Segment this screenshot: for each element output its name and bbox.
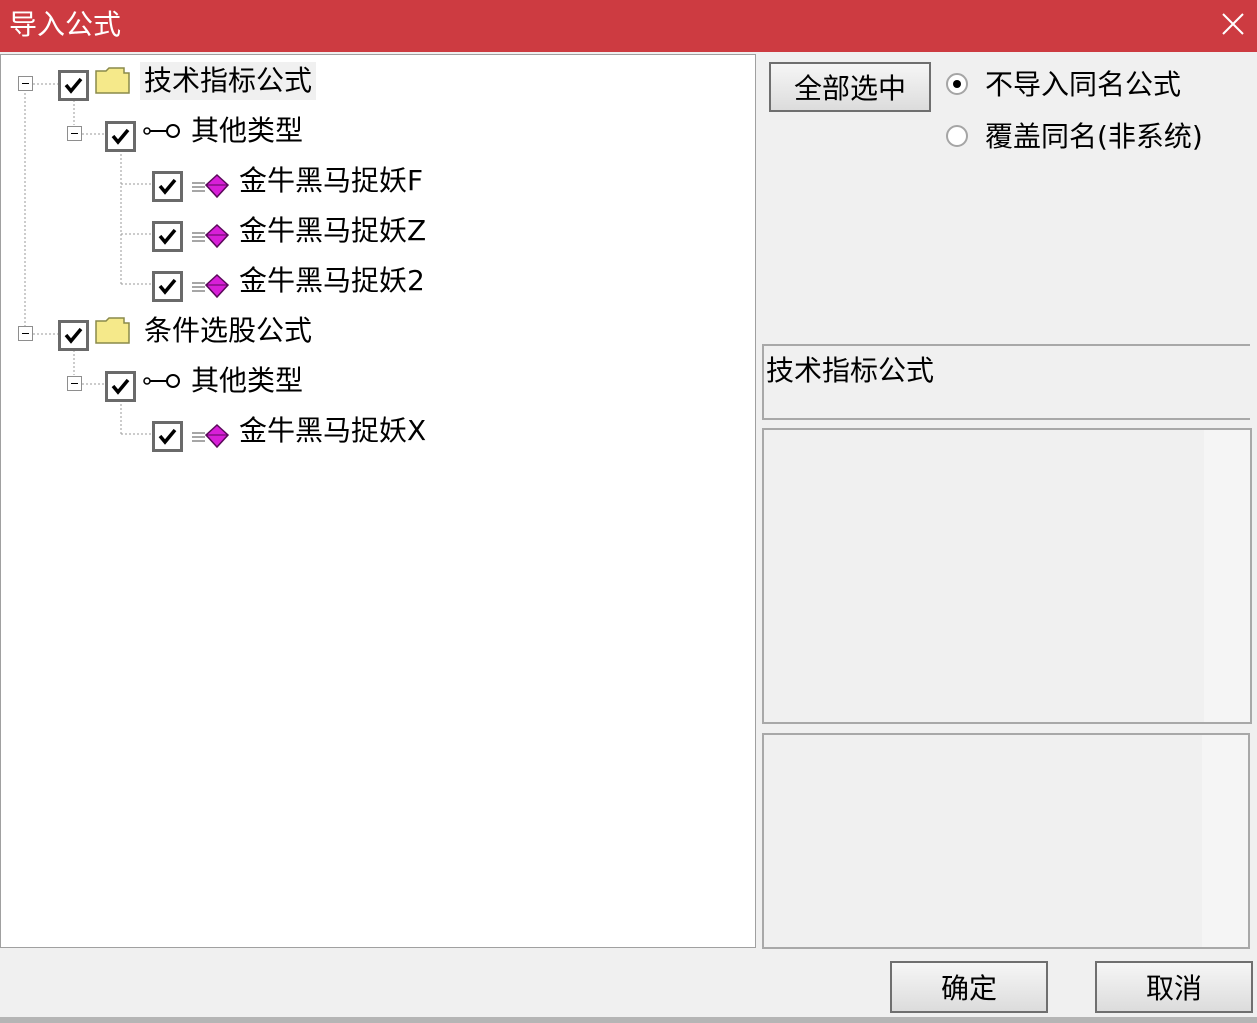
checkmark-icon bbox=[158, 428, 177, 445]
formula-type-text: 技术指标公式 bbox=[766, 354, 935, 387]
key-icon bbox=[143, 374, 180, 388]
tree-node-label[interactable]: 金牛黑马捉妖X bbox=[235, 412, 430, 450]
tree-node-label[interactable]: 金牛黑马捉妖F bbox=[235, 162, 427, 200]
formula-icon bbox=[192, 173, 230, 199]
title-bar: 导入公式 bbox=[0, 0, 1257, 52]
detail-box bbox=[762, 733, 1250, 949]
formula-icon bbox=[192, 273, 230, 299]
tree-node-label[interactable]: 技术指标公式 bbox=[140, 62, 317, 100]
radio-skip-duplicates[interactable] bbox=[946, 73, 968, 95]
folder-icon bbox=[95, 317, 130, 344]
tree-node-label[interactable]: 其他类型 bbox=[187, 362, 307, 400]
close-icon bbox=[1222, 13, 1244, 35]
formula-type-box: 技术指标公式 bbox=[762, 344, 1250, 420]
tree-checkbox[interactable] bbox=[152, 171, 183, 202]
description-box bbox=[762, 428, 1252, 724]
tree-checkbox[interactable] bbox=[152, 221, 183, 252]
tree-checkbox[interactable] bbox=[105, 121, 136, 152]
tree-expander[interactable] bbox=[18, 326, 33, 341]
ok-button[interactable]: 确定 bbox=[890, 961, 1048, 1013]
checkmark-icon bbox=[111, 128, 130, 145]
radio-overwrite-label[interactable]: 覆盖同名(非系统) bbox=[985, 118, 1203, 156]
tree-expander[interactable] bbox=[67, 376, 82, 391]
close-button[interactable] bbox=[1212, 2, 1254, 46]
folder-icon bbox=[95, 67, 130, 94]
cancel-button[interactable]: 取消 bbox=[1095, 961, 1253, 1013]
tree-checkbox[interactable] bbox=[152, 421, 183, 452]
tree-node-label[interactable]: 条件选股公式 bbox=[140, 312, 316, 350]
window-title: 导入公式 bbox=[9, 8, 122, 41]
checkmark-icon bbox=[64, 327, 83, 344]
checkmark-icon bbox=[158, 178, 177, 195]
tree-node-label[interactable]: 金牛黑马捉妖2 bbox=[235, 262, 429, 300]
select-all-button[interactable]: 全部选中 bbox=[769, 62, 931, 112]
formula-icon bbox=[192, 423, 230, 449]
tree-checkbox[interactable] bbox=[58, 320, 89, 351]
checkmark-icon bbox=[158, 278, 177, 295]
tree-node-label[interactable]: 金牛黑马捉妖Z bbox=[235, 212, 430, 250]
tree-expander[interactable] bbox=[18, 76, 33, 91]
tree-checkbox[interactable] bbox=[105, 371, 136, 402]
window-bottom-border bbox=[0, 1017, 1257, 1023]
formula-tree[interactable]: 技术指标公式 其他类型 金牛黑马捉妖F 金牛黑马捉妖Z 金牛黑马捉妖2 条件选股… bbox=[0, 54, 756, 948]
tree-checkbox[interactable] bbox=[58, 70, 89, 101]
detail-scroll-area bbox=[1202, 735, 1248, 947]
key-icon bbox=[143, 124, 180, 138]
tree-node-label[interactable]: 其他类型 bbox=[187, 112, 307, 150]
description-scroll-area bbox=[1204, 430, 1250, 722]
radio-skip-label[interactable]: 不导入同名公式 bbox=[985, 66, 1181, 104]
formula-icon bbox=[192, 223, 230, 249]
tree-checkbox[interactable] bbox=[152, 271, 183, 302]
checkmark-icon bbox=[158, 228, 177, 245]
checkmark-icon bbox=[111, 378, 130, 395]
tree-expander[interactable] bbox=[67, 126, 82, 141]
checkmark-icon bbox=[64, 77, 83, 94]
radio-overwrite-duplicates[interactable] bbox=[946, 125, 968, 147]
